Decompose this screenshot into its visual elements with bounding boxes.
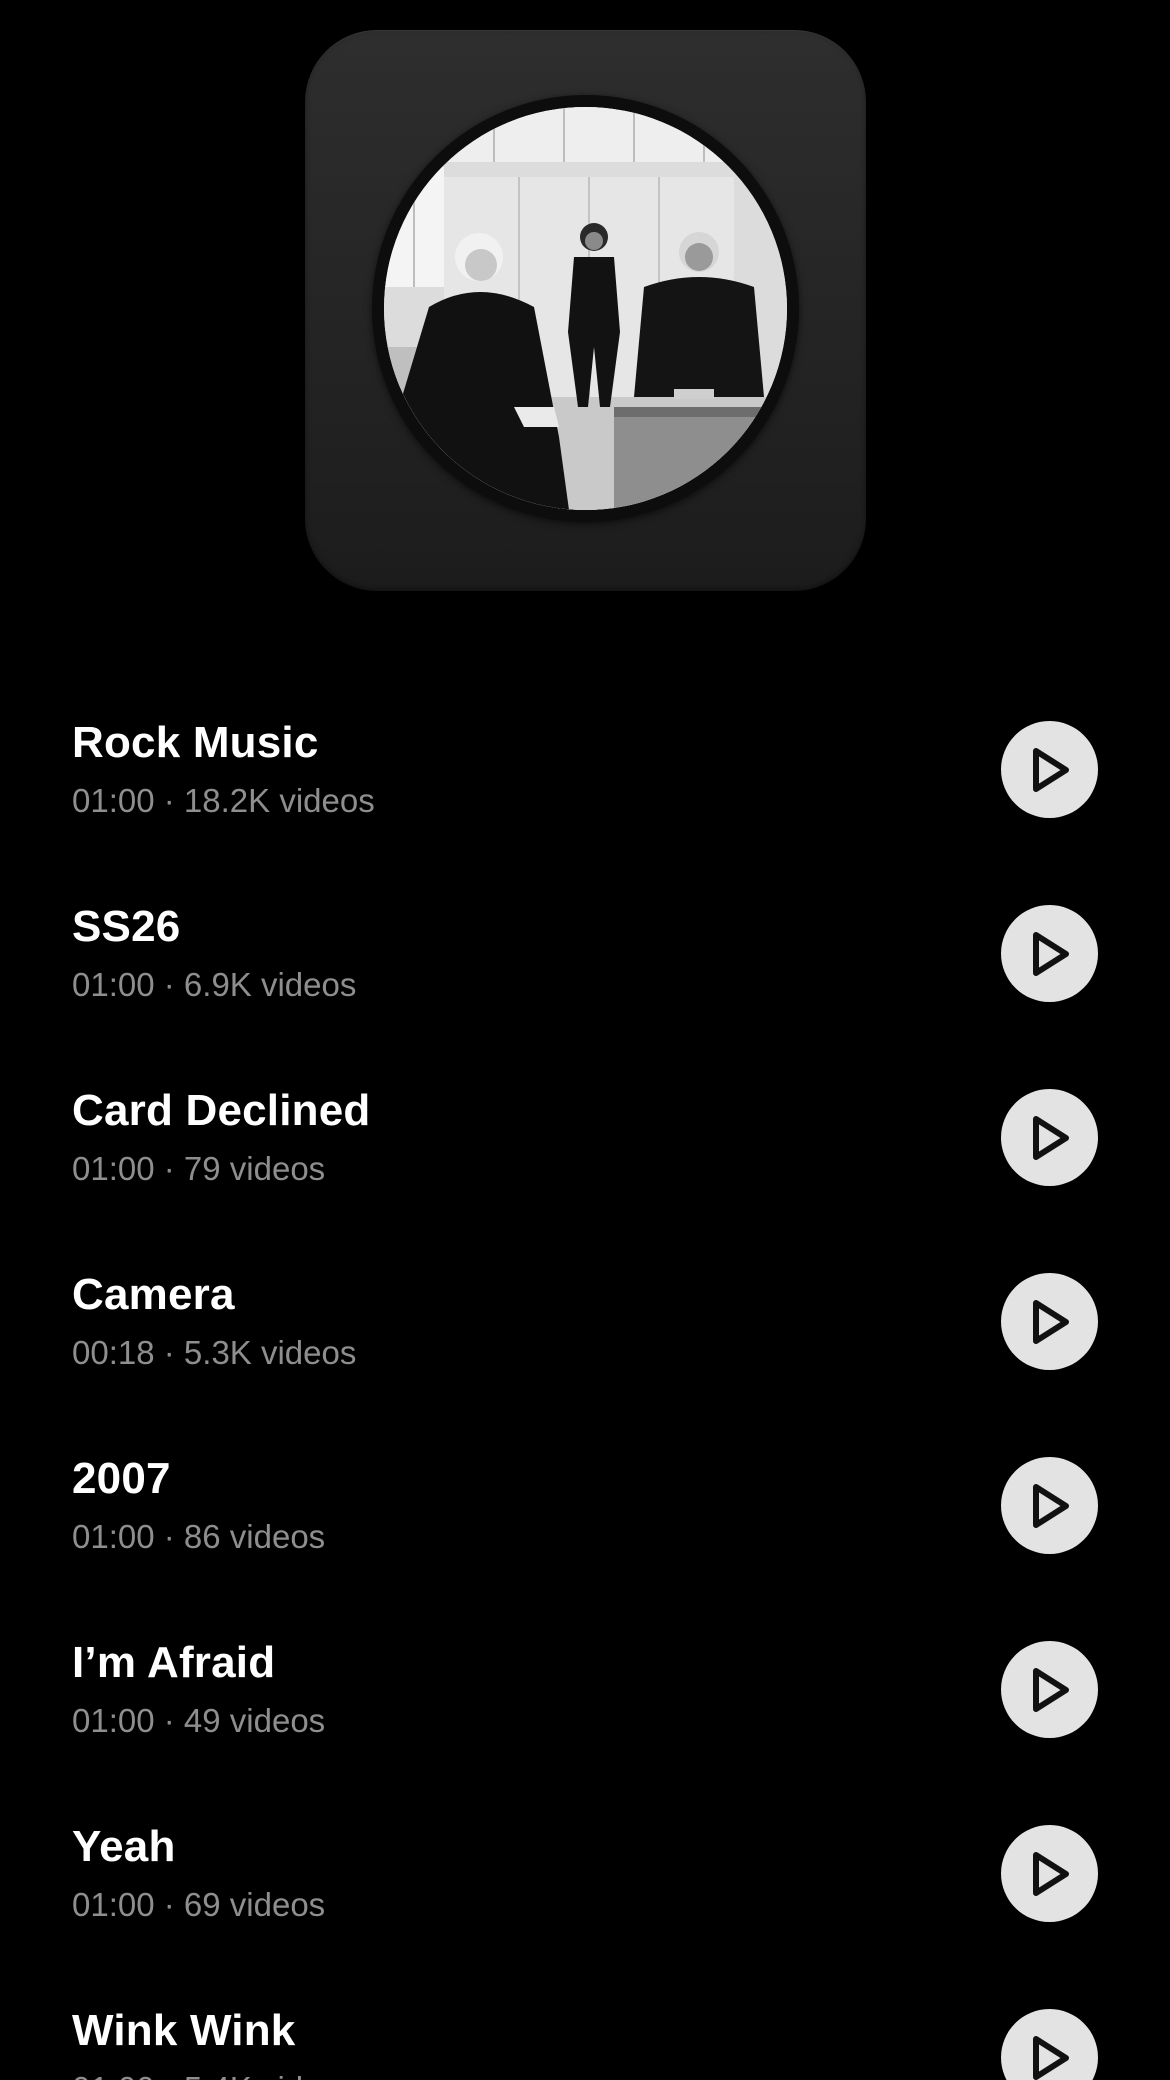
- track-video-count: 18.2K videos: [183, 782, 375, 819]
- play-icon: [1032, 2035, 1069, 2080]
- track-item[interactable]: Camera 00:18 · 5.3K videos: [0, 1252, 1170, 1436]
- album-photo: [384, 107, 787, 510]
- track-item[interactable]: Rock Music 01:00 · 18.2K videos: [0, 700, 1170, 884]
- meta-separator: ·: [154, 1150, 184, 1187]
- play-button[interactable]: [1001, 1825, 1098, 1922]
- track-video-count: 69 videos: [183, 1886, 326, 1923]
- track-meta: 01:00 · 18.2K videos: [72, 782, 375, 820]
- meta-separator: ·: [154, 1702, 184, 1739]
- track-list: Rock Music 01:00 · 18.2K videos SS26 01:…: [0, 700, 1170, 2080]
- sound-list-page: Rock Music 01:00 · 18.2K videos SS26 01:…: [0, 0, 1170, 2080]
- track-title: Camera: [72, 1270, 235, 1319]
- track-meta: 01:00 · 5.4K videos: [72, 2070, 356, 2080]
- track-meta: 01:00 · 69 videos: [72, 1886, 325, 1924]
- meta-separator: ·: [154, 1886, 184, 1923]
- track-item[interactable]: SS26 01:00 · 6.9K videos: [0, 884, 1170, 1068]
- track-meta: 01:00 · 86 videos: [72, 1518, 325, 1556]
- track-duration: 00:18: [72, 1334, 155, 1371]
- track-duration: 01:00: [72, 782, 155, 819]
- track-item[interactable]: I’m Afraid 01:00 · 49 videos: [0, 1620, 1170, 1804]
- track-item[interactable]: Wink Wink 01:00 · 5.4K videos: [0, 1988, 1170, 2080]
- track-item[interactable]: Card Declined 01:00 · 79 videos: [0, 1068, 1170, 1252]
- track-title: 2007: [72, 1454, 171, 1503]
- play-icon: [1032, 1851, 1069, 1896]
- play-button[interactable]: [1001, 1273, 1098, 1370]
- play-button[interactable]: [1001, 1089, 1098, 1186]
- meta-separator: ·: [154, 782, 184, 819]
- track-meta: 01:00 · 79 videos: [72, 1150, 325, 1188]
- play-icon: [1032, 1299, 1069, 1344]
- track-title: SS26: [72, 902, 181, 951]
- play-icon: [1032, 1483, 1069, 1528]
- meta-separator: ·: [154, 966, 184, 1003]
- track-video-count: 6.9K videos: [183, 966, 357, 1003]
- play-icon: [1032, 931, 1069, 976]
- album-cover[interactable]: [305, 30, 866, 591]
- track-video-count: 49 videos: [183, 1702, 326, 1739]
- play-icon: [1032, 747, 1069, 792]
- play-button[interactable]: [1001, 905, 1098, 1002]
- meta-separator: ·: [154, 1518, 184, 1555]
- play-button[interactable]: [1001, 1457, 1098, 1554]
- play-icon: [1032, 1667, 1069, 1712]
- track-meta: 01:00 · 6.9K videos: [72, 966, 356, 1004]
- track-item[interactable]: Yeah 01:00 · 69 videos: [0, 1804, 1170, 1988]
- track-video-count: 79 videos: [183, 1150, 326, 1187]
- meta-separator: ·: [154, 1334, 184, 1371]
- play-button[interactable]: [1001, 2009, 1098, 2080]
- track-video-count: 5.4K videos: [184, 2070, 356, 2080]
- track-meta: 00:18 · 5.3K videos: [72, 1334, 356, 1372]
- track-duration: 01:00: [72, 1518, 155, 1555]
- track-meta: 01:00 · 49 videos: [72, 1702, 325, 1740]
- play-icon: [1032, 1115, 1069, 1160]
- track-duration: 01:00: [72, 1150, 155, 1187]
- track-video-count: 5.3K videos: [183, 1334, 357, 1371]
- track-title: I’m Afraid: [72, 1638, 276, 1687]
- track-item[interactable]: 2007 01:00 · 86 videos: [0, 1436, 1170, 1620]
- track-title: Card Declined: [72, 1086, 371, 1135]
- meta-separator: ·: [155, 2070, 184, 2080]
- track-title: Wink Wink: [72, 2006, 296, 2055]
- play-button[interactable]: [1001, 1641, 1098, 1738]
- track-duration: 01:00: [72, 2070, 155, 2080]
- play-button[interactable]: [1001, 721, 1098, 818]
- track-title: Rock Music: [72, 718, 319, 767]
- track-title: Yeah: [72, 1822, 176, 1871]
- track-duration: 01:00: [72, 1886, 155, 1923]
- track-duration: 01:00: [72, 966, 155, 1003]
- track-video-count: 86 videos: [183, 1518, 326, 1555]
- track-duration: 01:00: [72, 1702, 155, 1739]
- vinyl-disc: [372, 95, 799, 522]
